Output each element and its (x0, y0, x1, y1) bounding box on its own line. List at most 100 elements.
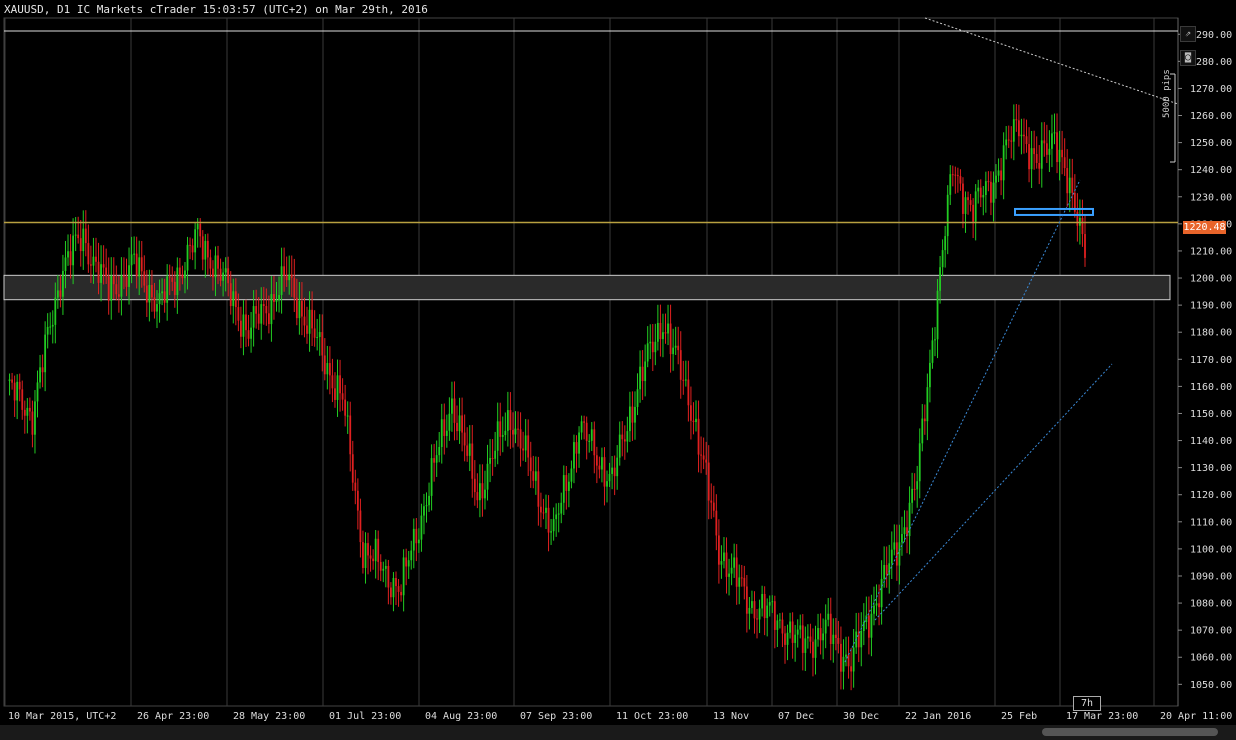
candle-body (372, 558, 375, 562)
scrollbar-thumb[interactable] (1042, 728, 1218, 736)
candle-body (667, 323, 669, 334)
candle-body (354, 482, 357, 491)
chart-window[interactable]: 10 Mar 2015, UTC+2 26 Apr 23:00 28 May 23:… (0, 0, 1236, 740)
price-axis-label: 1130.00 (1190, 463, 1232, 474)
candle-body (1061, 149, 1064, 158)
candle-body (1002, 145, 1005, 181)
candle-body (672, 347, 675, 355)
candle-body (565, 475, 568, 491)
candle-body (532, 471, 535, 481)
plot-area (3, 17, 1179, 707)
candle-body (189, 244, 191, 246)
candle-body (501, 435, 504, 437)
candle-body (1045, 143, 1048, 155)
candle-body (707, 462, 710, 501)
candle-body (870, 613, 873, 638)
candle-body (425, 505, 428, 507)
candle-body (402, 557, 405, 596)
candle-body (1035, 154, 1038, 163)
candle-body (229, 283, 232, 307)
price-axis-label: 1160.00 (1190, 382, 1232, 393)
candle-body (433, 458, 436, 463)
candle-body (636, 389, 639, 407)
candle-body (664, 332, 667, 334)
candle-body (901, 534, 903, 543)
candle-body (196, 223, 199, 230)
candle-body (67, 251, 69, 258)
candle-body (684, 379, 687, 381)
candle-body (695, 418, 697, 422)
price-axis-label: 1140.00 (1190, 436, 1232, 447)
candle-body (867, 615, 870, 638)
candle-body (601, 457, 603, 470)
candle-body (351, 454, 354, 483)
candle-body (280, 266, 283, 295)
candle-body (298, 300, 301, 319)
candle-body (1066, 168, 1069, 194)
candle-body (753, 601, 756, 619)
candle-body (8, 379, 11, 381)
candle-body (166, 276, 169, 303)
candle-body (916, 481, 919, 490)
candle-body (715, 510, 718, 536)
candle-body (613, 467, 616, 477)
candle-body (934, 339, 936, 341)
price-axis-label: 1080.00 (1190, 599, 1232, 610)
candle-body (923, 418, 926, 422)
horizontal-scrollbar[interactable] (0, 725, 1236, 740)
candle-body (801, 625, 804, 653)
candle-body (240, 320, 242, 337)
candle-body (44, 334, 47, 373)
price-axis-label: 1110.00 (1190, 517, 1232, 528)
candle-body (540, 506, 542, 513)
price-axis-label: 1200.00 (1190, 274, 1232, 285)
candle-body (880, 578, 883, 608)
candle-body (979, 187, 982, 198)
candle-body (1005, 139, 1008, 146)
candle-body (941, 250, 944, 268)
candle-body (260, 304, 263, 324)
candle-body (486, 463, 489, 490)
candle-body (331, 375, 334, 389)
candle-body (443, 419, 446, 436)
candle-body (1081, 217, 1084, 235)
candle-body (318, 332, 321, 338)
candle-body (763, 593, 766, 619)
candle-body (107, 276, 110, 301)
candle-body (1056, 132, 1058, 163)
candle-body (138, 257, 141, 277)
popout-icon[interactable]: ⇗ (1180, 26, 1196, 42)
candle-body (677, 345, 680, 351)
candle-body (148, 284, 151, 303)
candle-body (151, 284, 153, 298)
price-axis-label: 1120.00 (1190, 490, 1232, 501)
candle-body (890, 549, 893, 564)
candle-body (514, 428, 517, 435)
candle-body (379, 561, 382, 571)
candle-body (756, 618, 758, 620)
candle-body (784, 633, 786, 645)
candle-body (1000, 170, 1002, 181)
candle-body (982, 194, 985, 198)
candle-body (878, 603, 880, 608)
candle-body (578, 432, 580, 454)
candle-body (334, 388, 336, 400)
candle-body (583, 421, 586, 423)
candle-body (814, 639, 817, 658)
candle-body (845, 654, 847, 657)
candle-body (588, 440, 591, 442)
candle-body (97, 261, 100, 283)
candle-body (145, 285, 148, 303)
time-axis-label: 01 Jul 23:00 (329, 711, 401, 722)
candle-body (440, 419, 443, 447)
camera-icon[interactable]: ◙ (1180, 50, 1196, 66)
candle-body (962, 183, 964, 214)
candle-body (117, 294, 120, 297)
candle-body (570, 468, 573, 482)
candle-body (232, 291, 235, 307)
candle-body (506, 410, 509, 431)
candle-body (46, 326, 49, 335)
price-axis-label: 1050.00 (1190, 680, 1232, 691)
candle-body (194, 229, 197, 253)
price-chart[interactable]: 10 Mar 2015, UTC+2 26 Apr 23:00 28 May 23:… (0, 0, 1236, 740)
